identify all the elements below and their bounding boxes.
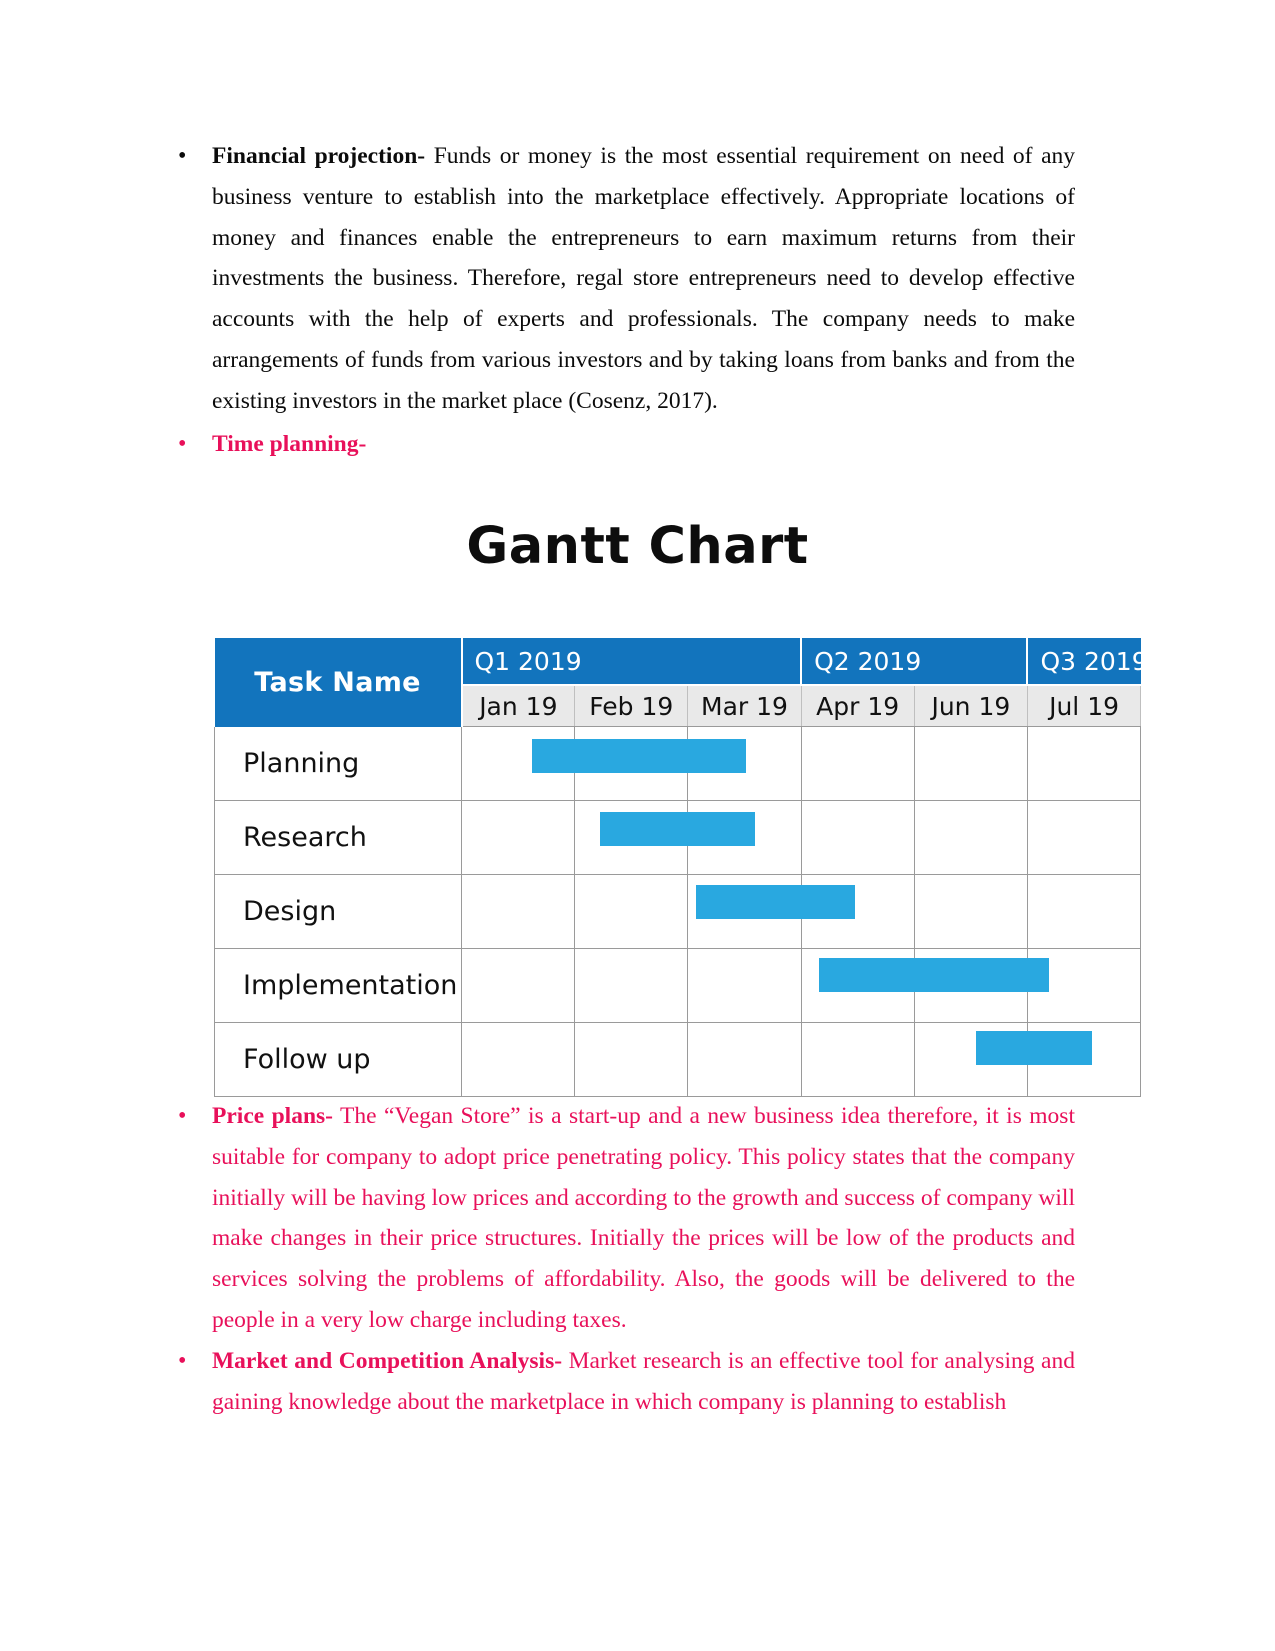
gantt-cell xyxy=(460,800,576,875)
gantt-cell xyxy=(574,874,689,949)
bullet-paragraph: Market and Competition Analysis- Market … xyxy=(212,1341,1075,1423)
gantt-cell xyxy=(574,800,689,875)
table-row: Implementation xyxy=(214,948,1142,1023)
gantt-cell xyxy=(914,726,1028,801)
month-header-mar: Mar 19 xyxy=(687,685,802,727)
bullet-market-competition-analysis: • Market and Competition Analysis- Marke… xyxy=(170,1341,1075,1423)
bullet-body: The “Vegan Store” is a start-up and a ne… xyxy=(212,1103,1075,1333)
gantt-cell xyxy=(1027,1022,1142,1097)
bullet-lead: Price plans- xyxy=(212,1103,333,1129)
gantt-cell xyxy=(460,1022,576,1097)
gantt-chart-title: Gantt Chart xyxy=(466,517,809,576)
bullet-lead: Financial projection- xyxy=(212,143,426,169)
quarter-header-q2: Q2 2019 xyxy=(801,638,1029,686)
gantt-cell xyxy=(1027,948,1142,1023)
month-header-apr: Apr 19 xyxy=(801,685,915,727)
gantt-cell xyxy=(687,800,802,875)
bullet-paragraph: Price plans- The “Vegan Store” is a star… xyxy=(212,1096,1075,1341)
bullet-paragraph: Time planning- xyxy=(212,424,1075,465)
month-header-feb: Feb 19 xyxy=(574,685,689,727)
gantt-cell xyxy=(460,726,576,801)
gantt-cell xyxy=(801,948,915,1023)
gantt-cell xyxy=(801,800,915,875)
gantt-cell xyxy=(801,726,915,801)
task-label-planning: Planning xyxy=(214,726,462,801)
month-header-jun: Jun 19 xyxy=(914,685,1028,727)
bullet-marker: • xyxy=(178,143,187,169)
table-row: Follow up xyxy=(214,1022,1142,1097)
gantt-cell xyxy=(460,874,576,949)
gantt-cell xyxy=(801,1022,915,1097)
task-label-design: Design xyxy=(214,874,462,949)
gantt-cell xyxy=(574,1022,689,1097)
task-label-implementation: Implementation xyxy=(214,948,462,1023)
gantt-cell xyxy=(914,1022,1028,1097)
bullet-financial-projection: • Financial projection- Funds or money i… xyxy=(170,136,1075,422)
gantt-cell xyxy=(687,1022,802,1097)
bullet-lead: Market and Competition Analysis- xyxy=(212,1348,563,1374)
bullet-marker: • xyxy=(178,1348,187,1374)
bullet-lead: Time planning- xyxy=(212,431,367,457)
bullet-body: Funds or money is the most essential req… xyxy=(212,143,1075,414)
gantt-table: Task Name Q1 2019 Q2 2019 Q3 2019 Jan 19… xyxy=(214,638,1148,1097)
task-label-research: Research xyxy=(214,800,462,875)
task-name-header: Task Name xyxy=(214,638,463,727)
gantt-cell xyxy=(1027,726,1142,801)
gantt-cell xyxy=(914,874,1028,949)
gantt-cell xyxy=(574,726,689,801)
gantt-cell xyxy=(801,874,915,949)
bullet-paragraph: Financial projection- Funds or money is … xyxy=(212,136,1075,422)
month-header-jan: Jan 19 xyxy=(461,685,576,727)
gantt-header-quarters: Task Name Q1 2019 Q2 2019 Q3 2019 xyxy=(214,638,1148,727)
table-row: Planning xyxy=(214,726,1142,801)
table-row: Design xyxy=(214,874,1142,949)
gantt-cell xyxy=(687,948,802,1023)
bullet-time-planning: • Time planning- xyxy=(170,424,1075,465)
gantt-chart: Task Name Q1 2019 Q2 2019 Q3 2019 Jan 19… xyxy=(214,638,1148,1097)
document-page: • Financial projection- Funds or money i… xyxy=(0,0,1275,1651)
bullet-marker: • xyxy=(178,1103,187,1129)
gantt-cell xyxy=(914,800,1028,875)
quarter-header-q3: Q3 2019 xyxy=(1027,638,1148,686)
gantt-cell xyxy=(687,874,802,949)
task-label-follow-up: Follow up xyxy=(214,1022,462,1097)
gantt-cell xyxy=(1027,874,1142,949)
table-row: Research xyxy=(214,800,1142,875)
gantt-cell xyxy=(687,726,802,801)
bullet-price-plans: • Price plans- The “Vegan Store” is a st… xyxy=(170,1096,1075,1341)
quarter-header-q1: Q1 2019 xyxy=(461,638,803,686)
gantt-cell xyxy=(1027,800,1142,875)
month-header-jul: Jul 19 xyxy=(1027,685,1142,727)
bullet-marker: • xyxy=(178,431,187,457)
gantt-cell xyxy=(574,948,689,1023)
gantt-cell xyxy=(914,948,1028,1023)
gantt-cell xyxy=(460,948,576,1023)
